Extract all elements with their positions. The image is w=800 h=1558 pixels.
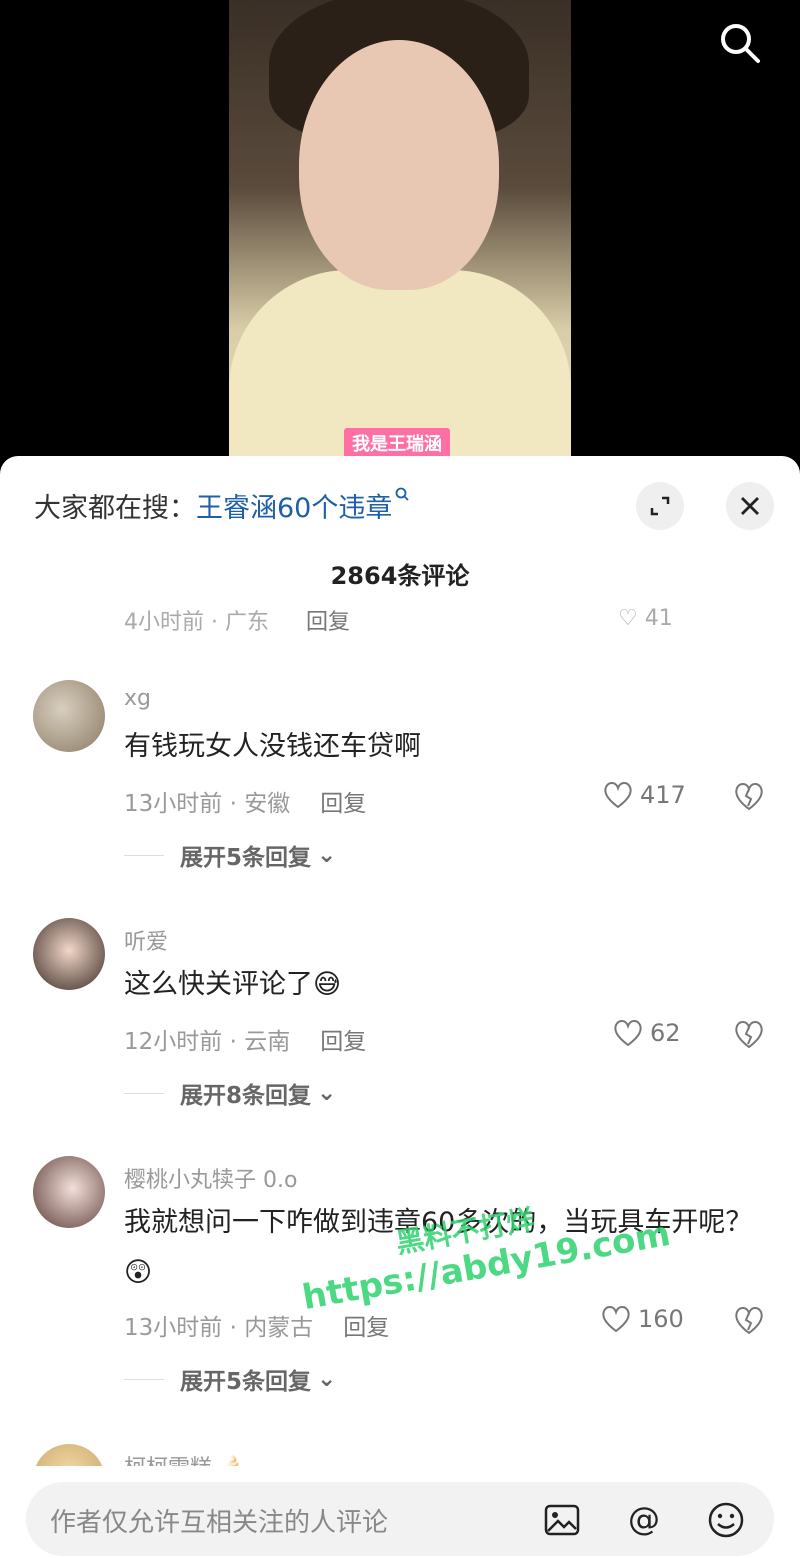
partial-reply-button[interactable]: 回复: [306, 610, 350, 635]
bottom-bar: 作者仅允许互相关注的人评论 @: [0, 1466, 800, 1558]
search-icon[interactable]: [715, 18, 763, 66]
like-button[interactable]: 62: [612, 1018, 681, 1048]
dislike-icon[interactable]: [732, 1304, 766, 1336]
like-count: 417: [640, 781, 686, 809]
comment-username[interactable]: 樱桃小丸犊子 0.o: [124, 1162, 297, 1194]
comment-text: 这么快关评论了😅: [124, 969, 342, 1000]
comment-input[interactable]: 作者仅允许互相关注的人评论 @: [26, 1482, 774, 1556]
like-button[interactable]: 160: [600, 1304, 684, 1334]
chevron-down-icon: ⌄: [317, 1080, 337, 1106]
partial-comment-meta: 4小时前 · 广东 回复: [124, 604, 350, 636]
partial-like-count: 41: [644, 606, 673, 631]
mention-icon[interactable]: @: [624, 1500, 664, 1540]
partial-time-location: 4小时前 · 广东: [124, 610, 269, 635]
keyword-search-icon: [395, 487, 409, 501]
comment-sheet: 大家都在搜：王睿涵60个违章 2864条评论 4小时前 · 广东 回复 ♡ 41…: [0, 456, 800, 1558]
trending-prefix: 大家都在搜：: [34, 493, 196, 524]
close-icon: [741, 497, 759, 515]
dislike-icon[interactable]: [732, 1018, 766, 1050]
heart-icon: [614, 1020, 642, 1047]
partial-like-icon: ♡: [618, 606, 638, 631]
dislike-icon[interactable]: [732, 780, 766, 812]
expand-replies-label: 展开5条回复: [180, 845, 312, 871]
expand-replies-button[interactable]: 展开8条回复 ⌄: [124, 1076, 336, 1110]
reply-button[interactable]: 回复: [343, 1315, 389, 1341]
like-count: 62: [650, 1019, 681, 1047]
divider-line: [124, 1378, 164, 1380]
trending-search[interactable]: 大家都在搜：王睿涵60个违章: [34, 486, 410, 525]
expand-replies-label: 展开8条回复: [180, 1083, 312, 1109]
trending-keyword[interactable]: 王睿涵60个违章: [196, 493, 392, 524]
video-caption: 我是王瑞涵: [344, 428, 450, 458]
expand-replies-button[interactable]: 展开5条回复 ⌄: [124, 1362, 336, 1396]
emoji-icon[interactable]: [706, 1500, 746, 1540]
chevron-down-icon: ⌄: [317, 842, 337, 868]
comment-meta: 13小时前 · 内蒙古 回复: [124, 1308, 389, 1342]
reply-button[interactable]: 回复: [320, 1029, 366, 1055]
heart-icon: [602, 1306, 630, 1333]
comment-username[interactable]: 听爱: [124, 924, 168, 956]
close-button[interactable]: [726, 482, 774, 530]
like-button[interactable]: 417: [602, 780, 686, 810]
comment-meta: 13小时前 · 安徽 回复: [124, 784, 366, 818]
like-count: 160: [638, 1305, 684, 1333]
reply-button[interactable]: 回复: [320, 791, 366, 817]
chevron-down-icon: ⌄: [317, 1366, 337, 1392]
comment-meta: 12小时前 · 云南 回复: [124, 1022, 366, 1056]
expand-icon: [650, 496, 670, 516]
comment-username[interactable]: xg: [124, 686, 151, 711]
video-face: [299, 40, 499, 290]
comment-count: 2864条评论: [330, 562, 470, 590]
svg-text:@: @: [628, 1500, 660, 1538]
partial-like[interactable]: ♡ 41: [618, 606, 673, 631]
comment-time-location: 12小时前 · 云南: [124, 1029, 291, 1055]
expand-replies-label: 展开5条回复: [180, 1369, 312, 1395]
divider-line: [124, 1092, 164, 1094]
comment-text: 有钱玩女人没钱还车贷啊: [124, 731, 421, 762]
avatar[interactable]: [33, 680, 105, 752]
video-player[interactable]: 我是王瑞涵: [0, 0, 800, 470]
divider-line: [124, 854, 164, 856]
comment-input-placeholder: 作者仅允许互相关注的人评论: [50, 1508, 389, 1538]
avatar[interactable]: [33, 918, 105, 990]
avatar[interactable]: [33, 1156, 105, 1228]
heart-icon: [604, 782, 632, 809]
fullscreen-button[interactable]: [636, 482, 684, 530]
image-icon[interactable]: [542, 1500, 582, 1540]
comment-time-location: 13小时前 · 安徽: [124, 791, 291, 817]
comment-time-location: 13小时前 · 内蒙古: [124, 1315, 314, 1341]
video-frame: 我是王瑞涵: [229, 0, 571, 470]
expand-replies-button[interactable]: 展开5条回复 ⌄: [124, 838, 336, 872]
